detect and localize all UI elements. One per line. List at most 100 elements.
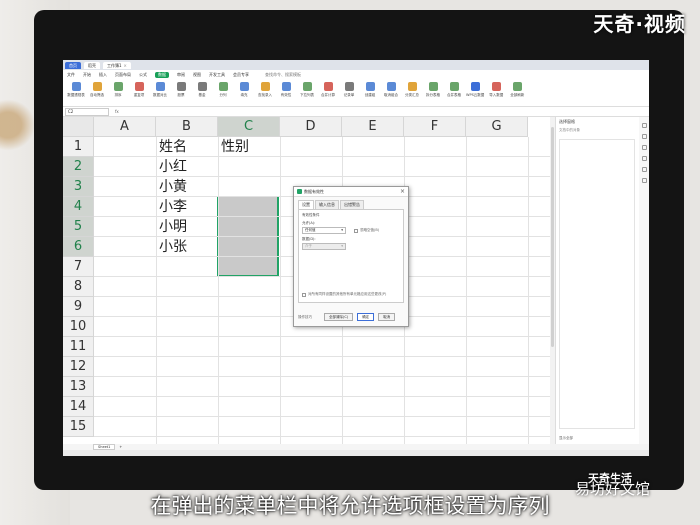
- close-icon[interactable]: ×: [124, 62, 127, 69]
- add-sheet-icon[interactable]: +: [119, 445, 122, 449]
- menu-view[interactable]: 视图: [193, 72, 201, 78]
- selection-pane: 选择窗格 文档中的对象 显示全部: [555, 117, 639, 444]
- tab-docer[interactable]: 稻壳: [84, 61, 100, 69]
- row-header-14[interactable]: 14: [63, 397, 94, 417]
- ribbon-button[interactable]: 重复项: [130, 82, 148, 98]
- ribbon-button[interactable]: 查找录入: [256, 82, 274, 98]
- fx-icon[interactable]: fx: [115, 109, 119, 114]
- tool-icon[interactable]: [641, 178, 647, 183]
- group-icon: [365, 82, 375, 91]
- dialog-tabs: 设置 输入信息 出错警告: [294, 197, 408, 209]
- menu-file[interactable]: 文件: [67, 72, 75, 78]
- row-header-7[interactable]: 7: [63, 257, 94, 277]
- column-header-e[interactable]: E: [342, 117, 404, 137]
- ok-button[interactable]: 确定: [357, 313, 375, 321]
- close-icon[interactable]: ×: [400, 188, 405, 195]
- menu-review[interactable]: 审阅: [177, 72, 185, 78]
- tab-error-alert[interactable]: 出错警告: [340, 200, 364, 209]
- row-header-11[interactable]: 11: [63, 337, 94, 357]
- ribbon-button[interactable]: 数据对比: [151, 82, 169, 98]
- name-box[interactable]: C2: [65, 107, 109, 116]
- tab-home[interactable]: 首页: [65, 61, 81, 69]
- active-cell[interactable]: [217, 177, 279, 197]
- cell-b1[interactable]: 姓名: [159, 137, 187, 157]
- ribbon-button[interactable]: 取消组合: [382, 82, 400, 98]
- tab-input-message[interactable]: 输入信息: [315, 200, 339, 209]
- row-header-8[interactable]: 8: [63, 277, 94, 297]
- cell-b6[interactable]: 小张: [159, 237, 187, 257]
- menu-home[interactable]: 开始: [83, 72, 91, 78]
- tool-icon[interactable]: [641, 123, 647, 128]
- row-header-3[interactable]: 3: [63, 177, 94, 197]
- row-header-6[interactable]: 6: [63, 237, 94, 257]
- tab-settings[interactable]: 设置: [298, 200, 314, 209]
- row-header-15[interactable]: 15: [63, 417, 94, 437]
- tool-icon[interactable]: [641, 134, 647, 139]
- ribbon-button-label: 查找录入: [258, 93, 272, 97]
- ribbon-button[interactable]: 合并计算: [319, 82, 337, 98]
- cancel-button[interactable]: 取消: [378, 313, 396, 321]
- row-header-4[interactable]: 4: [63, 197, 94, 217]
- ribbon-button[interactable]: 股票: [172, 82, 190, 98]
- cell-b3[interactable]: 小黄: [159, 177, 187, 197]
- row-header-10[interactable]: 10: [63, 317, 94, 337]
- menu-insert[interactable]: 插入: [99, 72, 107, 78]
- ribbon-button[interactable]: 排序: [109, 82, 127, 98]
- row-header-2[interactable]: 2: [63, 157, 94, 177]
- column-header-d[interactable]: D: [280, 117, 342, 137]
- menu-formula[interactable]: 公式: [139, 72, 147, 78]
- data-select[interactable]: 介于 ▾: [302, 243, 346, 250]
- row-header-9[interactable]: 9: [63, 297, 94, 317]
- ignore-blank-checkbox[interactable]: 忽略空值(B): [354, 228, 379, 233]
- ribbon-button-label: 重复项: [133, 93, 145, 97]
- tab-workbook[interactable]: 工作簿1 ×: [103, 61, 131, 69]
- column-header-c[interactable]: C: [218, 117, 280, 137]
- cell-b2[interactable]: 小红: [159, 157, 187, 177]
- ribbon-button[interactable]: 导入数据: [487, 82, 505, 98]
- ribbon-button[interactable]: 全部刷新: [508, 82, 526, 98]
- column-header-a[interactable]: A: [94, 117, 156, 137]
- menu-page-layout[interactable]: 页面布局: [115, 72, 131, 78]
- menu-bar: 文件 开始 插入 页面布局 公式 数据 审阅 视图 开发工具 会员专享 查找命令…: [63, 70, 649, 79]
- select-all-corner[interactable]: [63, 117, 94, 137]
- column-header-g[interactable]: G: [466, 117, 528, 137]
- clear-all-button[interactable]: 全部清除(C): [324, 313, 354, 321]
- menu-data[interactable]: 数据: [155, 71, 169, 78]
- object-list[interactable]: [559, 139, 635, 429]
- tool-icon[interactable]: [641, 145, 647, 150]
- ribbon-button[interactable]: 基金: [193, 82, 211, 98]
- row-header-1[interactable]: 1: [63, 137, 94, 157]
- ribbon-button-label: 自动筛选: [90, 93, 104, 97]
- ribbon-button[interactable]: 拆分表格: [424, 82, 442, 98]
- ribbon-button[interactable]: 填充: [235, 82, 253, 98]
- row-header-5[interactable]: 5: [63, 217, 94, 237]
- ribbon-button[interactable]: 分列: [214, 82, 232, 98]
- tips-link[interactable]: 操作技巧: [298, 315, 312, 320]
- row-header-12[interactable]: 12: [63, 357, 94, 377]
- scrollbar-thumb[interactable]: [551, 127, 554, 347]
- apply-all-checkbox[interactable]: 对所有同样设置的其他所有单元格应用这些更改(P): [302, 292, 386, 297]
- ribbon-button[interactable]: 合并表格: [445, 82, 463, 98]
- search-command-input[interactable]: 查找命令、搜索模板: [265, 72, 301, 78]
- tool-icon[interactable]: [641, 167, 647, 172]
- ribbon-button[interactable]: 有效性: [277, 82, 295, 98]
- column-header-b[interactable]: B: [156, 117, 218, 137]
- column-header-f[interactable]: F: [404, 117, 466, 137]
- row-header-13[interactable]: 13: [63, 377, 94, 397]
- ribbon-button[interactable]: WPS云数据: [466, 82, 484, 98]
- tool-icon[interactable]: [641, 156, 647, 161]
- menu-developer[interactable]: 开发工具: [209, 72, 225, 78]
- cell-b4[interactable]: 小李: [159, 197, 187, 217]
- ribbon-button[interactable]: 创建组: [361, 82, 379, 98]
- ribbon-button[interactable]: 自动筛选: [88, 82, 106, 98]
- ribbon-button[interactable]: 记录单: [340, 82, 358, 98]
- cell-c1[interactable]: 性别: [221, 137, 249, 157]
- selection-pane-title: 选择窗格: [559, 119, 575, 124]
- ribbon-button[interactable]: 下拉列表: [298, 82, 316, 98]
- menu-member[interactable]: 会员专享: [233, 72, 249, 78]
- show-all-button[interactable]: 显示全部: [559, 436, 573, 441]
- allow-select[interactable]: 任何值 ▾: [302, 227, 346, 234]
- ribbon-button[interactable]: 分类汇总: [403, 82, 421, 98]
- ribbon-button[interactable]: 数据透视表: [67, 82, 85, 98]
- cell-b5[interactable]: 小明: [159, 217, 187, 237]
